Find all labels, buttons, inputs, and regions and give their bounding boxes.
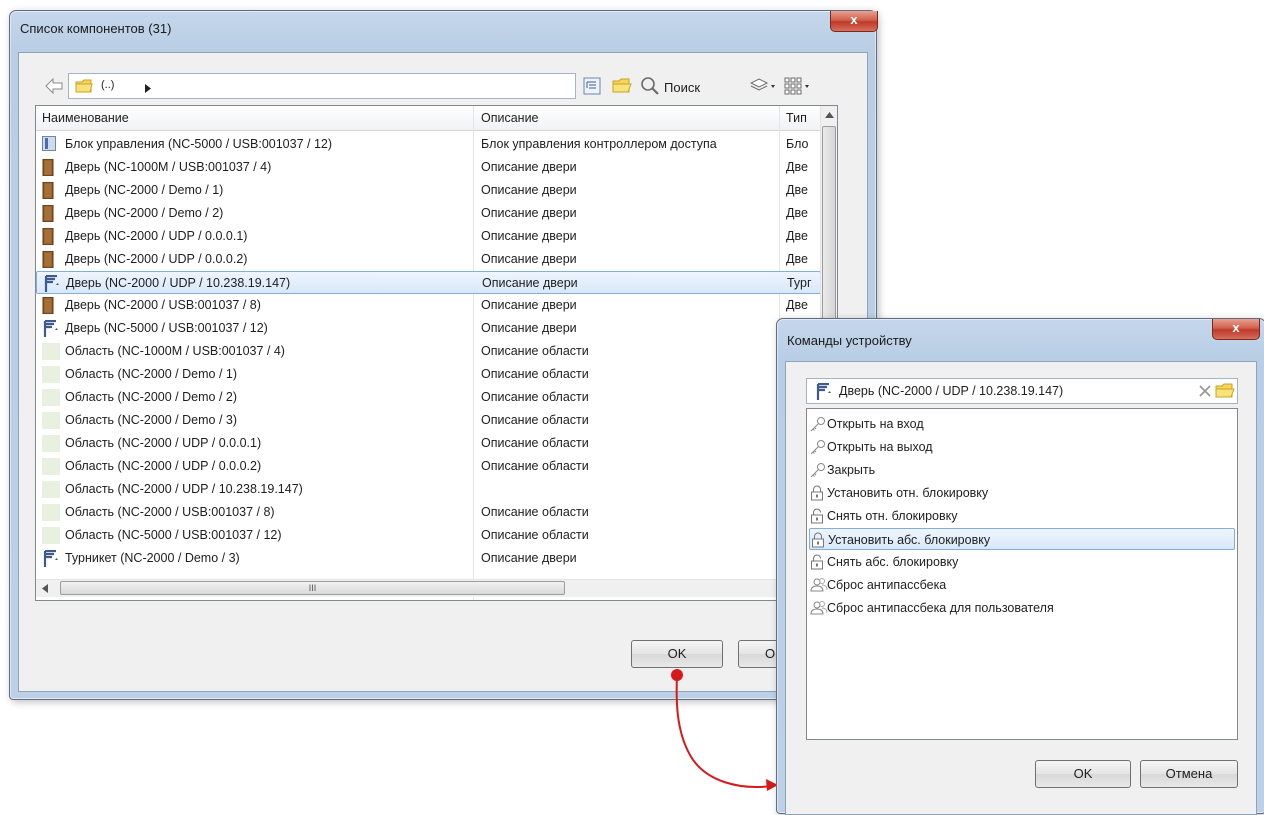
lock-icon — [810, 485, 824, 504]
close-button[interactable]: x — [1212, 319, 1260, 340]
command-label: Сброс антипассбека для пользователя — [827, 601, 1054, 615]
folder-icon[interactable] — [1215, 382, 1235, 402]
command-item[interactable]: Снять отн. блокировку — [809, 505, 1235, 527]
cancel-button[interactable]: Отмена — [1140, 760, 1238, 788]
users-icon — [810, 577, 828, 595]
command-label: Установить отн. блокировку — [827, 486, 989, 500]
ok-button[interactable]: OK — [1035, 760, 1131, 788]
command-label: Сброс антипассбека — [827, 578, 947, 592]
turnstile-icon — [815, 382, 833, 404]
command-label: Открыть на выход — [827, 440, 933, 454]
lock-icon — [811, 532, 825, 551]
command-item[interactable]: Установить отн. блокировку — [809, 482, 1235, 504]
key-icon — [810, 439, 826, 458]
command-item[interactable]: Сброс антипассбека для пользователя — [809, 597, 1235, 619]
unlock-icon — [810, 554, 824, 573]
device-selector[interactable]: Дверь (NC-2000 / UDP / 10.238.19.147) — [806, 378, 1238, 404]
command-label: Открыть на вход — [827, 417, 924, 431]
key-icon — [810, 416, 826, 435]
command-label: Снять отн. блокировку — [827, 509, 958, 523]
command-label: Закрыть — [827, 463, 876, 477]
command-item[interactable]: Закрыть — [809, 459, 1235, 481]
command-item[interactable]: Открыть на выход — [809, 436, 1235, 458]
commands-list[interactable]: Открыть на вход Открыть на выход Закрыть Ус… — [806, 408, 1238, 740]
command-item[interactable]: Сброс антипассбека — [809, 574, 1235, 596]
users-icon — [810, 600, 828, 618]
clear-icon[interactable] — [1199, 385, 1211, 400]
command-label: Снять абс. блокировку — [827, 555, 959, 569]
command-item[interactable]: Открыть на вход — [809, 413, 1235, 435]
command-label: Установить абс. блокировку — [828, 533, 991, 547]
key-icon — [810, 462, 826, 481]
command-item[interactable]: Снять абс. блокировку — [809, 551, 1235, 573]
device-name: Дверь (NC-2000 / UDP / 10.238.19.147) — [839, 384, 1064, 398]
commands-window-title: Команды устройству — [787, 333, 912, 348]
unlock-icon — [810, 508, 824, 527]
command-item[interactable]: Установить абс. блокировку — [809, 528, 1235, 550]
